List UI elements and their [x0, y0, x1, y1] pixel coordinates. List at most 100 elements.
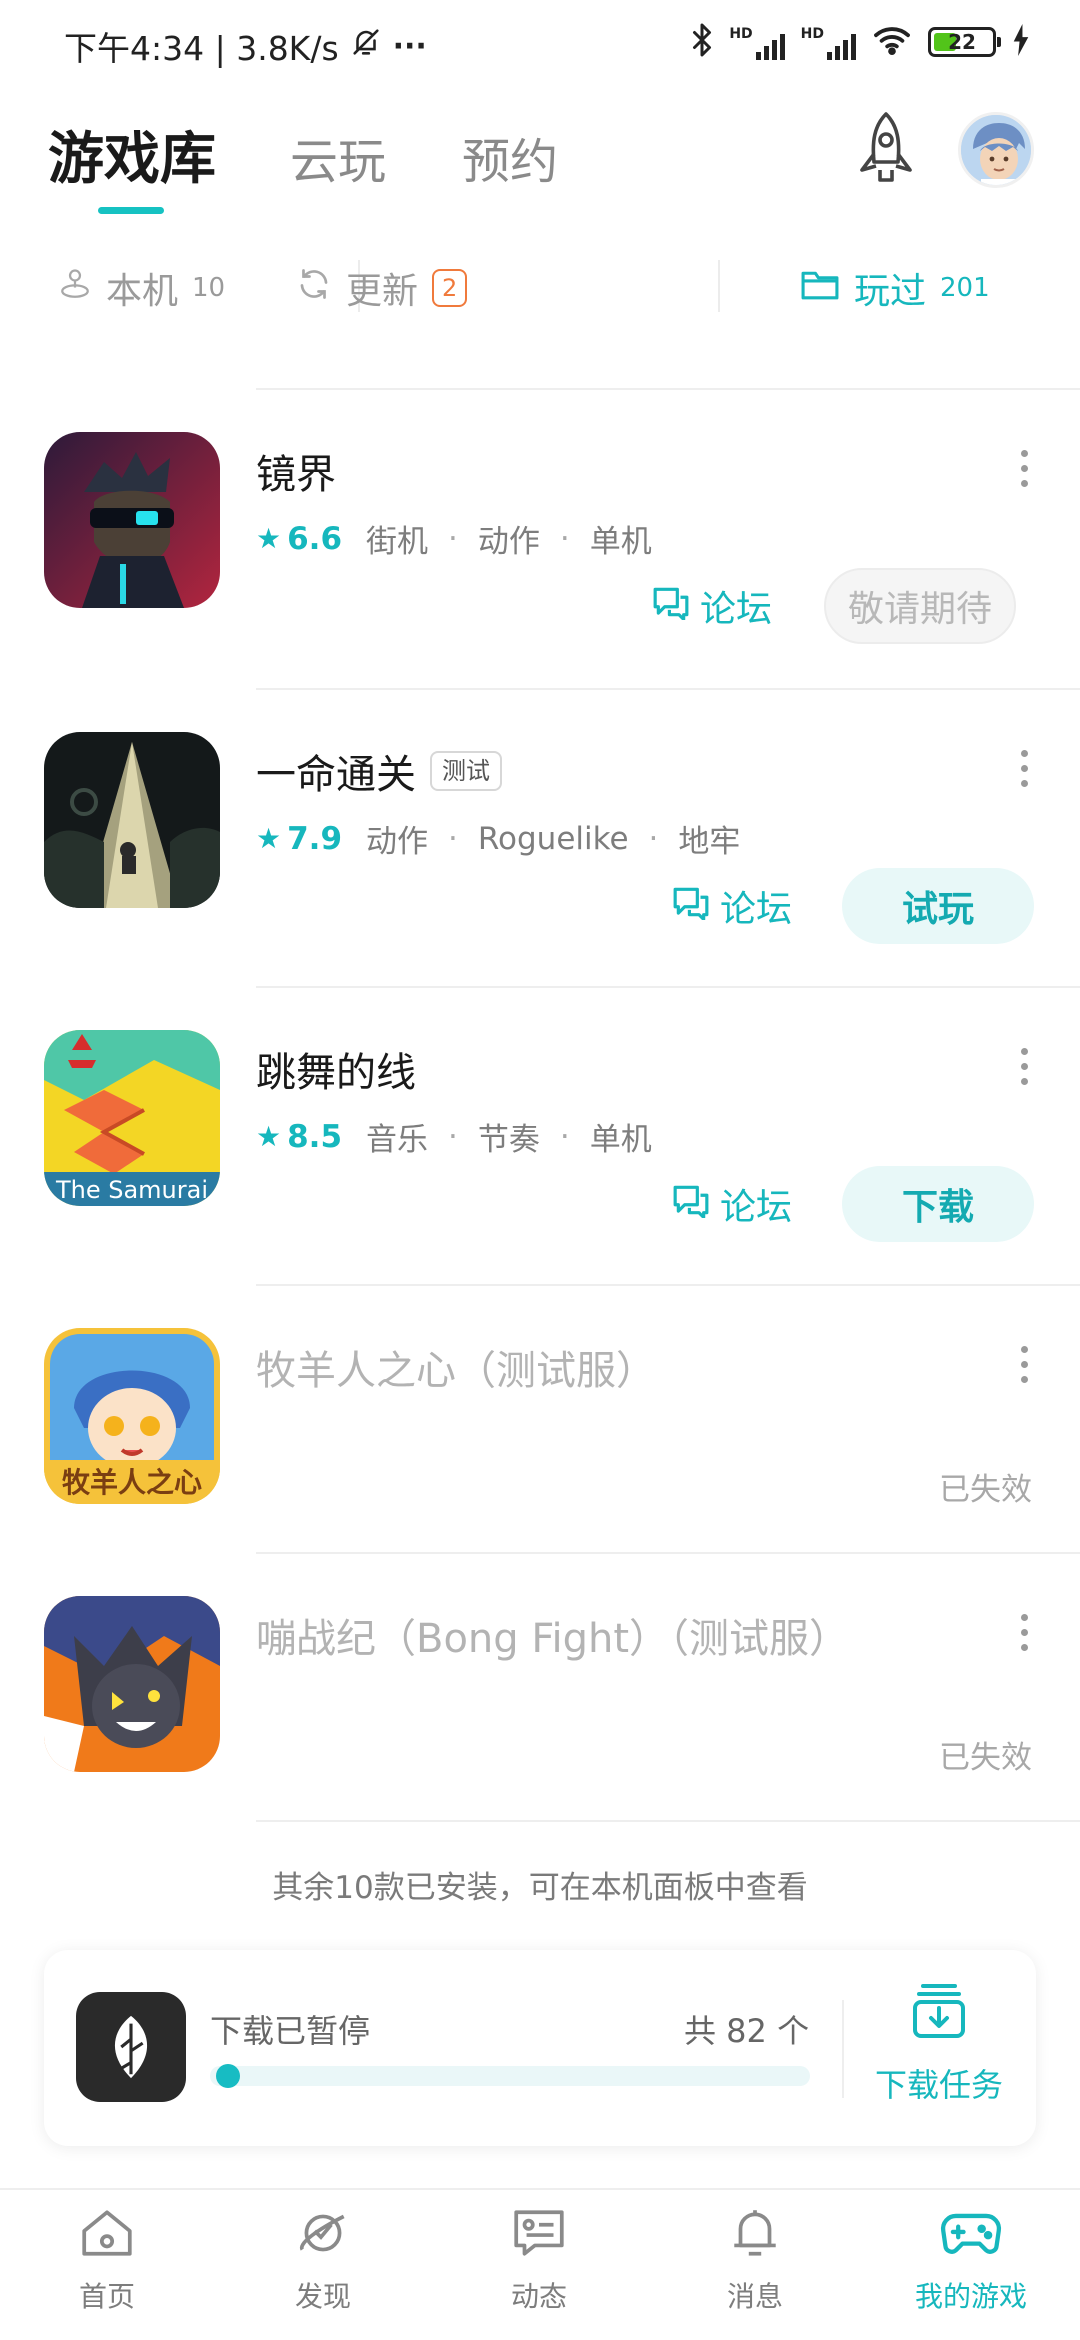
mute-bell-icon	[349, 25, 383, 67]
segment-update-label: 更新	[346, 271, 419, 312]
more-options-icon[interactable]	[1016, 750, 1032, 787]
download-tasks-label: 下载任务	[874, 2066, 1003, 2104]
segment-local[interactable]: 本机 10	[58, 258, 225, 318]
star-icon: ★	[256, 822, 282, 855]
more-options-icon[interactable]	[1016, 1346, 1032, 1383]
folder-icon	[800, 266, 840, 311]
segment-update[interactable]: 更新 2	[296, 258, 468, 318]
header: 游戏库 云玩 预约	[0, 100, 1080, 230]
download-progress-bar	[210, 2066, 810, 2086]
divider	[256, 986, 1080, 988]
download-status: 下载已暂停	[210, 2012, 371, 2050]
divider	[718, 260, 720, 312]
joystick-icon	[58, 267, 92, 310]
forum-label: 论坛	[720, 889, 793, 930]
tab-indicator	[98, 207, 164, 214]
download-panel[interactable]: 下载已暂停 共 82 个 下载任务	[44, 1950, 1036, 2146]
game-tag: 地牢	[678, 824, 741, 860]
game-tag: Roguelike	[477, 820, 629, 857]
game-tag: 节奏	[477, 1122, 540, 1158]
nav-messages[interactable]: 消息	[680, 2204, 830, 2315]
separator-dot: ·	[648, 820, 659, 857]
more-options-icon[interactable]	[1016, 1048, 1032, 1085]
nav-home[interactable]: 首页	[32, 2204, 182, 2315]
forum-label: 论坛	[700, 589, 773, 630]
forum-button[interactable]: 论坛	[652, 578, 772, 634]
charging-icon	[1012, 24, 1030, 60]
nav-home-label: 首页	[78, 2280, 135, 2313]
game-tag: 动作	[366, 824, 429, 860]
segment-local-label: 本机	[106, 271, 179, 312]
planet-icon	[294, 2204, 352, 2269]
forum-label: 论坛	[720, 1187, 793, 1228]
download-button[interactable]: 下载	[842, 1166, 1034, 1242]
tab-reservation[interactable]: 预约	[462, 122, 558, 192]
status-right: HD HD 22	[691, 22, 1030, 62]
nav-feed-label: 动态	[510, 2280, 567, 2313]
status-bar: 下午4:34 | 3.8K/s ··· HD HD 22	[0, 0, 1080, 92]
game-icon[interactable]	[44, 732, 220, 908]
forum-button[interactable]: 论坛	[672, 1176, 792, 1232]
game-icon[interactable]	[44, 1596, 220, 1772]
download-tasks-button[interactable]: 下载任务	[864, 1980, 1014, 2130]
more-options-icon[interactable]	[1016, 1614, 1032, 1651]
bluetooth-icon	[691, 22, 713, 62]
separator-dot: ·	[559, 520, 570, 557]
download-app-icon	[76, 1992, 186, 2102]
divider	[256, 388, 1080, 390]
forum-icon	[672, 884, 710, 929]
user-avatar[interactable]	[958, 112, 1034, 188]
game-title: 牧羊人之心（测试服）	[256, 1348, 656, 1394]
svg-text:The Samurai: The Samurai	[55, 1176, 208, 1204]
game-icon[interactable]	[44, 432, 220, 608]
forum-button[interactable]: 论坛	[672, 878, 792, 934]
game-tag: 音乐	[366, 1122, 429, 1158]
divider	[256, 1552, 1080, 1554]
nav-feed[interactable]: 动态	[464, 2204, 614, 2315]
bell-icon	[726, 2204, 784, 2269]
tab-cloud-play[interactable]: 云玩	[290, 122, 386, 192]
tab-game-library[interactable]: 游戏库	[48, 114, 216, 195]
divider	[256, 688, 1080, 690]
game-tag: 动作	[477, 524, 540, 560]
segment-local-count: 10	[192, 273, 226, 303]
game-rating: 6.6	[287, 520, 343, 557]
segment-played-count: 201	[940, 273, 990, 303]
nav-discover[interactable]: 发现	[248, 2204, 398, 2315]
nav-my-games-label: 我的游戏	[914, 2280, 1027, 2313]
star-icon: ★	[256, 1120, 282, 1153]
download-tray-icon	[908, 1980, 970, 2048]
game-title-text: 一命通关	[256, 752, 416, 798]
bottom-nav: 首页 发现 动态 消息 我的游戏	[0, 2188, 1080, 2340]
trial-play-button[interactable]: 试玩	[842, 868, 1034, 944]
game-meta: ★ 6.6 街机 · 动作 · 单机	[256, 516, 652, 561]
chat-icon	[510, 2204, 568, 2269]
game-icon[interactable]: The Samurai	[44, 1030, 220, 1206]
game-title: 一命通关 测试	[256, 742, 502, 800]
forum-icon	[652, 584, 690, 629]
segment-played[interactable]: 玩过 201	[800, 258, 990, 318]
game-title: 嘣战纪（Bong Fight）（测试服）	[256, 1616, 850, 1662]
refresh-icon	[296, 266, 332, 311]
update-count-badge: 2	[432, 269, 468, 307]
segment-filter: 本机 10 更新 2 玩过 201	[0, 250, 1080, 330]
battery-icon: 22	[928, 27, 1001, 57]
signal-icon-1: HD	[729, 24, 785, 60]
nav-messages-label: 消息	[726, 2280, 783, 2313]
game-title: 跳舞的线	[256, 1050, 416, 1096]
more-options-icon[interactable]	[1016, 450, 1032, 487]
installed-footnote: 其余10款已安装，可在本机面板中查看	[272, 1870, 808, 1906]
signal-icon-2: HD	[801, 24, 856, 60]
nav-discover-label: 发现	[294, 2280, 351, 2313]
game-meta: ★ 8.5 音乐 · 节奏 · 单机	[256, 1114, 652, 1159]
game-rating: 8.5	[287, 1118, 343, 1155]
segment-played-label: 玩过	[854, 271, 927, 312]
rocket-icon[interactable]	[850, 110, 922, 194]
coming-soon-button[interactable]: 敬请期待	[824, 568, 1016, 644]
gamepad-icon	[939, 2204, 1003, 2269]
game-icon[interactable]: 牧羊人之心	[44, 1328, 220, 1504]
nav-my-games[interactable]: 我的游戏	[896, 2204, 1046, 2315]
divider	[256, 1820, 1080, 1822]
wifi-icon	[872, 24, 912, 60]
test-badge: 测试	[430, 751, 502, 791]
